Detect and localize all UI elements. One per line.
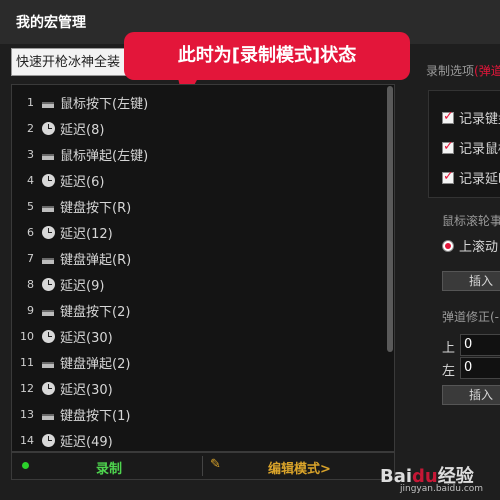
checkbox-label: 记录延时 bbox=[459, 172, 500, 187]
list-item[interactable]: 7 键盘弹起(R) bbox=[12, 245, 382, 271]
list-item[interactable]: 9 键盘按下(2) bbox=[12, 297, 382, 323]
step-number: 4 bbox=[27, 173, 34, 187]
clock-icon bbox=[40, 328, 56, 344]
clock-icon bbox=[40, 224, 56, 240]
annotation-callout: 此时为[录制模式]状态 bbox=[124, 32, 410, 80]
key-icon bbox=[40, 354, 56, 370]
step-label: 延迟(30) bbox=[60, 382, 113, 398]
insert-wheel-button[interactable]: 插入 bbox=[442, 271, 500, 291]
clock-icon bbox=[40, 432, 56, 448]
pencil-icon: ✎ bbox=[210, 457, 221, 472]
left-value-input[interactable]: 0 bbox=[460, 357, 500, 379]
step-number: 9 bbox=[27, 303, 34, 317]
step-label: 延迟(49) bbox=[60, 434, 113, 450]
list-item[interactable]: 8 延迟(9) bbox=[12, 271, 382, 297]
list-item[interactable]: 13 键盘按下(1) bbox=[12, 401, 382, 427]
step-number: 2 bbox=[27, 121, 34, 135]
step-number: 5 bbox=[27, 199, 34, 213]
macro-step-list[interactable]: 1 鼠标按下(左键) 2 延迟(8) 3 鼠标弹起(左键) 4 延迟(6) 5 … bbox=[11, 84, 395, 452]
clock-icon bbox=[40, 276, 56, 292]
checkbox-checked-icon: ✓ bbox=[442, 138, 454, 154]
step-number: 7 bbox=[27, 251, 34, 265]
record-status-icon bbox=[22, 462, 29, 469]
step-label: 延迟(9) bbox=[60, 278, 105, 294]
step-label: 延迟(12) bbox=[60, 226, 113, 242]
list-item[interactable]: 11 键盘弹起(2) bbox=[12, 349, 382, 375]
checkbox-label: 记录键盘 bbox=[459, 112, 500, 127]
list-item[interactable]: 1 鼠标按下(左键) bbox=[12, 89, 382, 115]
edit-mode-button[interactable]: 编辑模式> bbox=[268, 458, 331, 477]
macro-select[interactable]: 快速开枪冰神全装 bbox=[11, 48, 127, 76]
record-options-title: 录制选项(弹道 bbox=[426, 64, 500, 78]
up-value-input[interactable]: 0 bbox=[460, 334, 500, 356]
radio-label: 上滚动 bbox=[459, 240, 499, 255]
step-label: 鼠标按下(左键) bbox=[60, 96, 149, 112]
list-item[interactable]: 5 键盘按下(R) bbox=[12, 193, 382, 219]
scroll-up-radio[interactable]: 上滚动 bbox=[442, 236, 498, 255]
key-icon bbox=[40, 198, 56, 214]
step-number: 6 bbox=[27, 225, 34, 239]
mode-bar: 录制 ✎ 编辑模式> bbox=[11, 452, 395, 480]
checkbox-checked-icon: ✓ bbox=[442, 168, 454, 184]
step-label: 延迟(30) bbox=[60, 330, 113, 346]
step-label: 键盘按下(1) bbox=[60, 408, 131, 424]
record-keyboard-checkbox[interactable]: ✓ 记录键盘 bbox=[442, 108, 500, 127]
recoil-correction-label: 弹道修正(- bbox=[442, 310, 500, 324]
record-delay-checkbox[interactable]: ✓ 记录延时 bbox=[442, 168, 500, 187]
checkbox-label: 记录鼠标 bbox=[459, 142, 500, 157]
key-icon bbox=[40, 406, 56, 422]
record-button[interactable]: 录制 bbox=[96, 458, 122, 477]
list-item[interactable]: 10 延迟(30) bbox=[12, 323, 382, 349]
step-number: 12 bbox=[20, 381, 34, 395]
step-number: 1 bbox=[27, 95, 34, 109]
list-scrollbar[interactable] bbox=[387, 86, 393, 352]
up-field-label: 上 bbox=[442, 341, 456, 356]
clock-icon bbox=[40, 120, 56, 136]
key-icon bbox=[40, 250, 56, 266]
insert-recoil-button[interactable]: 插入 bbox=[442, 385, 500, 405]
record-mouse-checkbox[interactable]: ✓ 记录鼠标 bbox=[442, 138, 500, 157]
left-field-label: 左 bbox=[442, 364, 456, 379]
step-number: 8 bbox=[27, 277, 34, 291]
step-number: 14 bbox=[20, 433, 34, 447]
step-label: 键盘弹起(R) bbox=[60, 252, 132, 268]
step-label: 延迟(6) bbox=[60, 174, 105, 190]
step-label: 键盘按下(R) bbox=[60, 200, 132, 216]
list-item[interactable]: 3 鼠标弹起(左键) bbox=[12, 141, 382, 167]
checkbox-checked-icon: ✓ bbox=[442, 108, 454, 124]
list-item[interactable]: 2 延迟(8) bbox=[12, 115, 382, 141]
baidu-watermark-url: jingyan.baidu.com bbox=[400, 484, 484, 494]
step-label: 键盘按下(2) bbox=[60, 304, 131, 320]
step-label: 键盘弹起(2) bbox=[60, 356, 131, 372]
list-item[interactable]: 6 延迟(12) bbox=[12, 219, 382, 245]
step-number: 3 bbox=[27, 147, 34, 161]
mode-divider bbox=[202, 456, 203, 476]
key-icon bbox=[40, 94, 56, 110]
clock-icon bbox=[40, 172, 56, 188]
step-number: 11 bbox=[20, 355, 34, 369]
list-item[interactable]: 12 延迟(30) bbox=[12, 375, 382, 401]
key-icon bbox=[40, 302, 56, 318]
window-title: 我的宏管理 bbox=[16, 15, 86, 31]
step-number: 13 bbox=[20, 407, 34, 421]
key-icon bbox=[40, 146, 56, 162]
wheel-event-label: 鼠标滚轮事 bbox=[442, 214, 500, 228]
list-item[interactable]: 14 延迟(49) bbox=[12, 427, 382, 451]
step-label: 鼠标弹起(左键) bbox=[60, 148, 149, 164]
radio-selected-icon bbox=[442, 239, 454, 252]
step-label: 延迟(8) bbox=[60, 122, 105, 138]
step-number: 10 bbox=[20, 329, 34, 343]
clock-icon bbox=[40, 380, 56, 396]
list-item[interactable]: 4 延迟(6) bbox=[12, 167, 382, 193]
